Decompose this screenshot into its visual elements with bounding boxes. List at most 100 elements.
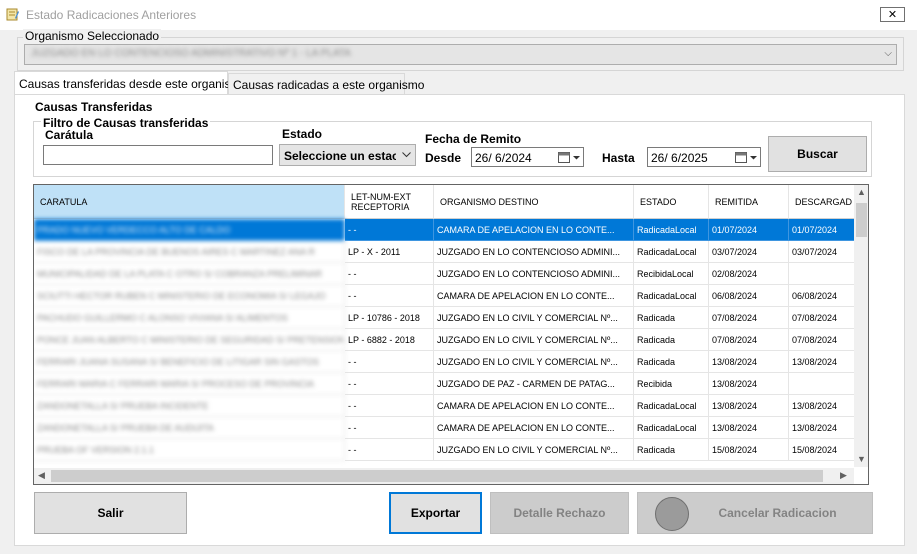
cell-caratula[interactable]: PACHUDO GUILLERMO C ALONSO VIVIANA S/ AL… [34, 307, 345, 329]
cell-caratula[interactable]: SCIUTTI HECTOR RUBEN C MINISTERIO DE ECO… [34, 285, 345, 307]
cell-let-num-ext[interactable]: LP - 10786 - 2018 [345, 307, 434, 329]
cell-descargada[interactable]: 06/08/2024 [789, 285, 859, 307]
column-header-estado[interactable]: ESTADO [634, 185, 709, 219]
calendar-icon[interactable] [735, 151, 759, 164]
cell-organismo-destino[interactable]: JUZGADO DE PAZ - CARMEN DE PATAG... [434, 373, 634, 395]
table-row[interactable]: ZANDONETALLA S/ PRUEBA INCIDENTE - - CAMAR… [34, 395, 859, 417]
cell-let-num-ext[interactable]: - - [345, 219, 434, 241]
table-row[interactable]: SCIUTTI HECTOR RUBEN C MINISTERIO DE ECO… [34, 285, 859, 307]
table-row[interactable]: PRUEBA OF VERSION 2.1.1- - JUZGADO EN LO … [34, 439, 859, 461]
caratula-input[interactable] [43, 145, 273, 165]
column-header-let-num-ext[interactable]: LET-NUM-EXT RECEPTORIA [345, 185, 434, 219]
buscar-button[interactable]: Buscar [768, 136, 867, 172]
cell-descargada[interactable]: 15/08/2024 [789, 439, 859, 461]
cell-organismo-destino[interactable]: CAMARA DE APELACION EN LO CONTE... [434, 395, 634, 417]
tab-causas-radicadas[interactable]: Causas radicadas a este organismo [228, 73, 424, 94]
horizontal-scrollbar[interactable]: ◀ ▶ [34, 468, 854, 484]
cell-descargada[interactable] [789, 263, 859, 285]
cell-estado[interactable]: RadicadaLocal [634, 219, 709, 241]
cell-remitida[interactable]: 03/07/2024 [709, 241, 789, 263]
table-row[interactable]: PACHUDO GUILLERMO C ALONSO VIVIANA S/ AL… [34, 307, 859, 329]
cell-let-num-ext[interactable]: - - [345, 263, 434, 285]
scroll-down-icon[interactable]: ▼ [857, 454, 866, 464]
cell-caratula[interactable]: FERRARI MARIA C FERRARI MARIA S/ PROCESO… [34, 373, 345, 395]
cell-estado[interactable]: Radicada [634, 439, 709, 461]
cell-caratula[interactable]: MUNICIPALIDAD DE LA PLATA C OTRO S/ COBR… [34, 263, 345, 285]
cell-organismo-destino[interactable]: JUZGADO EN LO CIVIL Y COMERCIAL Nº... [434, 439, 634, 461]
cell-estado[interactable]: RadicadaLocal [634, 417, 709, 439]
vertical-scrollbar[interactable]: ▲ ▼ [854, 185, 868, 467]
cell-descargada[interactable]: 03/07/2024 [789, 241, 859, 263]
cell-estado[interactable]: RadicadaLocal [634, 285, 709, 307]
cell-let-num-ext[interactable]: - - [345, 373, 434, 395]
exportar-button[interactable]: Exportar [389, 492, 482, 534]
scroll-up-icon[interactable]: ▲ [857, 187, 866, 197]
cell-remitida[interactable]: 13/08/2024 [709, 417, 789, 439]
cell-organismo-destino[interactable]: CAMARA DE APELACION EN LO CONTE... [434, 285, 634, 307]
cell-estado[interactable]: Radicada [634, 329, 709, 351]
cell-organismo-destino[interactable]: JUZGADO EN LO CIVIL Y COMERCIAL Nº... [434, 329, 634, 351]
cell-caratula[interactable]: PRADO NUEVO VERDECCO ALTO DE CALDO [34, 219, 345, 241]
hasta-date-picker[interactable]: 26/ 6/2025 [647, 147, 761, 167]
cell-descargada[interactable]: 13/08/2024 [789, 417, 859, 439]
desde-date-picker[interactable]: 26/ 6/2024 [471, 147, 584, 167]
cell-estado[interactable]: Radicada [634, 351, 709, 373]
cell-organismo-destino[interactable]: JUZGADO EN LO CIVIL Y COMERCIAL Nº... [434, 307, 634, 329]
salir-button[interactable]: Salir [34, 492, 187, 534]
calendar-icon[interactable] [558, 151, 582, 164]
causas-grid[interactable]: CARATULA LET-NUM-EXT RECEPTORIA ORGANISM… [33, 184, 869, 485]
cell-caratula[interactable]: FERRARI JUANA SUSANA S/ BENEFICIO DE LIT… [34, 351, 345, 373]
cell-let-num-ext[interactable]: - - [345, 285, 434, 307]
cell-organismo-destino[interactable]: JUZGADO EN LO CONTENCIOSO ADMINI... [434, 263, 634, 285]
cell-organismo-destino[interactable]: CAMARA DE APELACION EN LO CONTE... [434, 417, 634, 439]
cell-remitida[interactable]: 13/08/2024 [709, 395, 789, 417]
table-row[interactable]: FERRARI JUANA SUSANA S/ BENEFICIO DE LIT… [34, 351, 859, 373]
cell-remitida[interactable]: 06/08/2024 [709, 285, 789, 307]
table-row[interactable]: PRADO NUEVO VERDECCO ALTO DE CALDO - - CAM… [34, 219, 859, 241]
scroll-thumb-horizontal[interactable] [51, 470, 823, 482]
cell-remitida[interactable]: 13/08/2024 [709, 351, 789, 373]
cell-remitida[interactable]: 07/08/2024 [709, 329, 789, 351]
cell-let-num-ext[interactable]: - - [345, 395, 434, 417]
cell-estado[interactable]: Radicada [634, 307, 709, 329]
table-row[interactable]: PONCE JUAN ALBERTO C MINISTERIO DE SEGUR… [34, 329, 859, 351]
scroll-left-icon[interactable]: ◀ [38, 470, 45, 481]
cell-caratula[interactable]: ZANDONETALLA S/ PRUEBA DE AUDIJITA [34, 417, 345, 439]
cell-organismo-destino[interactable]: JUZGADO EN LO CONTENCIOSO ADMINI... [434, 241, 634, 263]
cell-let-num-ext[interactable]: LP - X - 2011 [345, 241, 434, 263]
cell-let-num-ext[interactable]: LP - 6882 - 2018 [345, 329, 434, 351]
column-header-remitida[interactable]: REMITIDA [709, 185, 789, 219]
cell-let-num-ext[interactable]: - - [345, 417, 434, 439]
cell-estado[interactable]: RadicadaLocal [634, 241, 709, 263]
cell-descargada[interactable] [789, 373, 859, 395]
table-row[interactable]: FERRARI MARIA C FERRARI MARIA S/ PROCESO… [34, 373, 859, 395]
cell-remitida[interactable]: 01/07/2024 [709, 219, 789, 241]
cell-remitida[interactable]: 02/08/2024 [709, 263, 789, 285]
cell-remitida[interactable]: 07/08/2024 [709, 307, 789, 329]
cell-descargada[interactable]: 13/08/2024 [789, 395, 859, 417]
cell-estado[interactable]: RadicadaLocal [634, 395, 709, 417]
estado-select[interactable]: Seleccione un estac [279, 144, 416, 166]
cell-descargada[interactable]: 01/07/2024 [789, 219, 859, 241]
scroll-thumb-vertical[interactable] [856, 203, 867, 237]
column-header-descargada[interactable]: DESCARGAD [789, 185, 859, 219]
cell-organismo-destino[interactable]: CAMARA DE APELACION EN LO CONTE... [434, 219, 634, 241]
close-button[interactable]: ✕ [880, 7, 905, 22]
cell-caratula[interactable]: ZANDONETALLA S/ PRUEBA INCIDENTE [34, 395, 345, 417]
cell-caratula[interactable]: PONCE JUAN ALBERTO C MINISTERIO DE SEGUR… [34, 329, 345, 351]
cell-descargada[interactable]: 07/08/2024 [789, 307, 859, 329]
cancelar-radicacion-button[interactable]: Cancelar Radicacion [637, 492, 873, 534]
cell-descargada[interactable]: 07/08/2024 [789, 329, 859, 351]
scroll-right-icon[interactable]: ▶ [840, 470, 847, 481]
organismo-select[interactable]: JUZGADO EN LO CONTENCIOSO ADMINISTRATIVO… [24, 44, 897, 65]
cell-remitida[interactable]: 13/08/2024 [709, 373, 789, 395]
cell-remitida[interactable]: 15/08/2024 [709, 439, 789, 461]
cell-caratula[interactable]: PRUEBA OF VERSION 2.1.1 [34, 439, 345, 461]
column-header-caratula[interactable]: CARATULA [34, 185, 345, 219]
table-row[interactable]: FISCO DE LA PROVINCIA DE BUENOS AIRES C … [34, 241, 859, 263]
cell-let-num-ext[interactable]: - - [345, 439, 434, 461]
cell-organismo-destino[interactable]: JUZGADO EN LO CIVIL Y COMERCIAL Nº... [434, 351, 634, 373]
column-header-organismo-destino[interactable]: ORGANISMO DESTINO [434, 185, 634, 219]
cell-let-num-ext[interactable]: - - [345, 351, 434, 373]
cell-caratula[interactable]: FISCO DE LA PROVINCIA DE BUENOS AIRES C … [34, 241, 345, 263]
